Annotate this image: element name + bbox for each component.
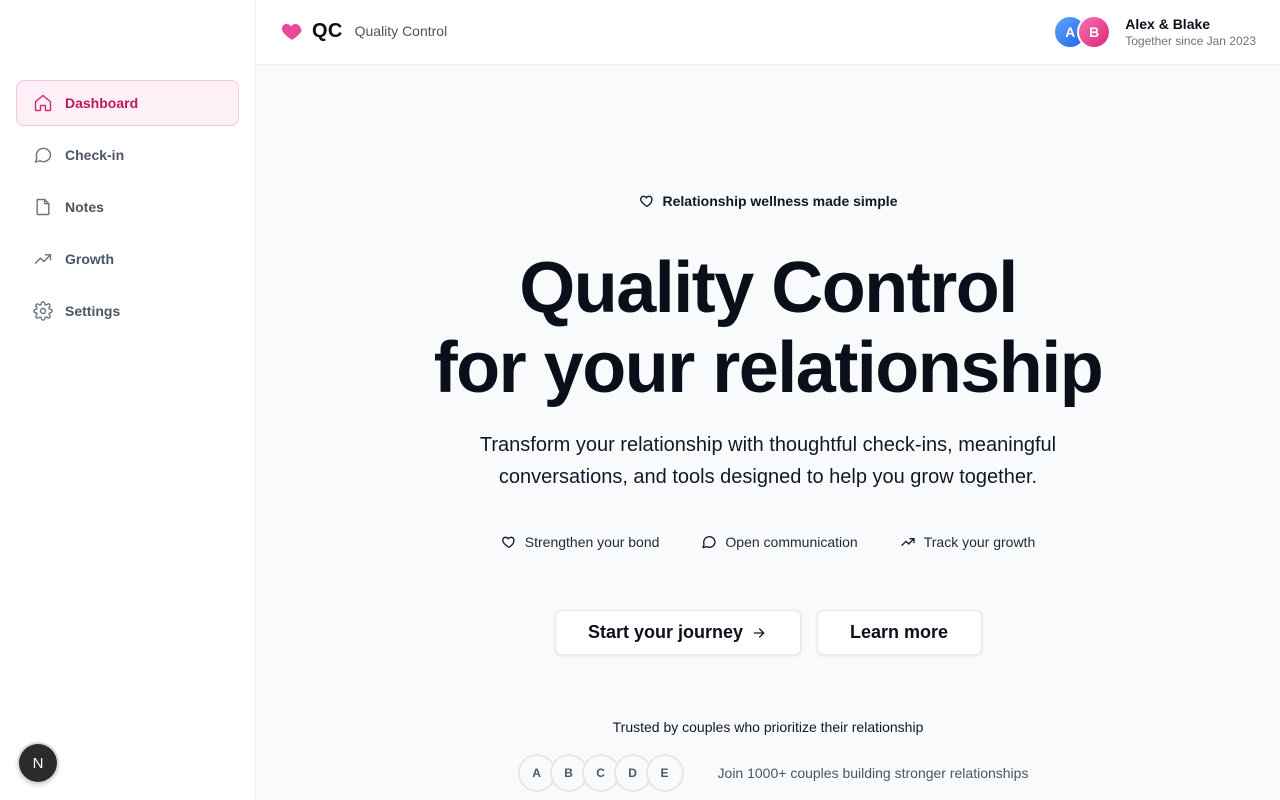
sidebar-item-label: Settings [65, 303, 121, 319]
tagline-text: Relationship wellness made simple [662, 193, 898, 209]
join-text: Join 1000+ couples building stronger rel… [717, 765, 1029, 781]
sidebar-item-dashboard[interactable]: Dashboard [16, 80, 239, 126]
hero-description: Transform your relationship with thought… [479, 434, 1057, 488]
button-label: Learn more [849, 622, 949, 642]
heart-logo-icon [280, 19, 304, 43]
together-since: Together since Jan 2023 [1125, 34, 1256, 48]
feature-label: Open communication [725, 534, 858, 550]
feature-item: Open communication [701, 534, 858, 550]
hero-title-line-1: Quality Control [519, 248, 1018, 328]
couple-profile[interactable]: A B Alex & Blake Together since Jan 2023 [1053, 15, 1256, 49]
sidebar: Dashboard Check-in Notes Growth Settings [0, 0, 256, 800]
couple-name: Alex & Blake [1125, 16, 1211, 32]
sidebar-item-check-in[interactable]: Check-in [16, 132, 239, 178]
top-header: QC Quality Control A B Alex & Blake Toge… [256, 0, 1280, 65]
sidebar-nav: Dashboard Check-in Notes Growth Settings [16, 80, 239, 340]
hero-tagline: Relationship wellness made simple [256, 193, 1280, 209]
app-subtitle: Quality Control [354, 23, 448, 39]
feature-list: Strengthen your bond Open communication … [256, 534, 1280, 550]
couple-avatar-stack: A B C D E [517, 754, 684, 792]
app-logo-text: QC [312, 19, 343, 42]
home-icon [33, 93, 53, 113]
main-content: Relationship wellness made simple Qualit… [256, 65, 1280, 800]
feature-item: Strengthen your bond [501, 534, 660, 550]
avatar-group: A B [1053, 15, 1112, 49]
sidebar-item-label: Growth [65, 251, 114, 267]
file-icon [33, 197, 53, 217]
sidebar-item-notes[interactable]: Notes [16, 184, 239, 230]
chat-bubble-icon [702, 536, 717, 549]
brand[interactable]: QC Quality Control [280, 19, 447, 43]
learn-more-button[interactable]: Learn more [816, 610, 982, 655]
gear-icon [33, 301, 53, 321]
trusted-text: Trusted by couples who prioritize their … [612, 719, 924, 735]
sidebar-item-label: Notes [65, 199, 104, 215]
heart-icon [501, 536, 515, 548]
feature-label: Track your growth [923, 534, 1036, 550]
button-label: Start your journey [587, 622, 744, 642]
chat-bubble-icon [33, 145, 53, 165]
heart-icon [639, 195, 653, 208]
arrow-right-icon [753, 627, 765, 638]
trending-up-icon [33, 249, 53, 269]
feature-item: Track your growth [900, 534, 1036, 550]
sidebar-item-label: Dashboard [65, 95, 139, 111]
social-proof: A B C D E Join 1000+ couples building st… [256, 754, 1280, 792]
sidebar-item-label: Check-in [65, 147, 125, 163]
start-journey-button[interactable]: Start your journey [554, 610, 801, 655]
feature-label: Strengthen your bond [524, 534, 660, 550]
sidebar-item-settings[interactable]: Settings [16, 288, 239, 334]
cta-buttons: Start your journey Learn more [256, 610, 1280, 655]
couple-names: Alex & Blake Together since Jan 2023 [1125, 15, 1256, 49]
hero-title-line-2: for your relationship [433, 328, 1104, 408]
avatar: E [645, 754, 684, 792]
trending-up-icon [901, 538, 915, 546]
dev-tools-badge[interactable]: N [19, 744, 57, 782]
sidebar-item-growth[interactable]: Growth [16, 236, 239, 282]
avatar: B [1077, 15, 1112, 49]
